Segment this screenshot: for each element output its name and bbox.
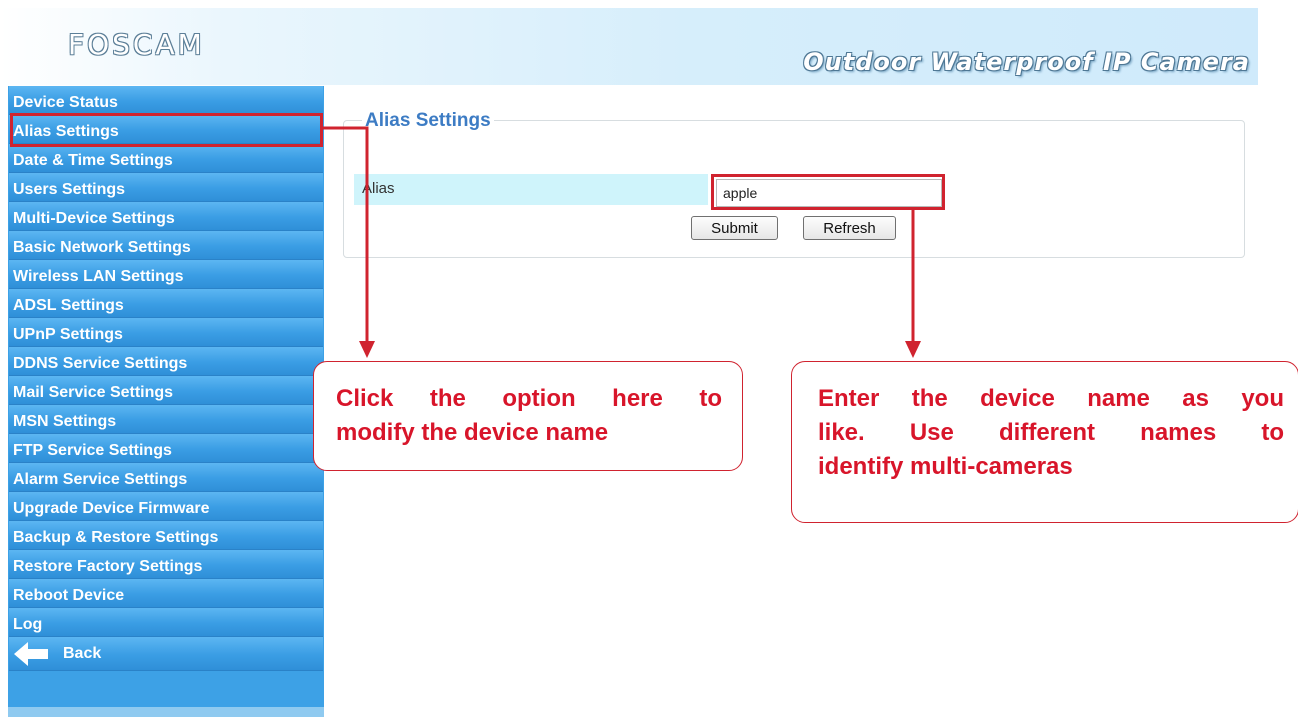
sidebar-item-adsl-settings[interactable]: ADSL Settings [9,289,323,318]
sidebar-item-users-settings[interactable]: Users Settings [9,173,323,202]
submit-button[interactable]: Submit [691,216,778,240]
callout-line: modify the device name [336,419,609,446]
left-arrowhead [359,341,375,358]
sidebar-item-reboot-device[interactable]: Reboot Device [9,579,323,608]
sidebar-item-mail-service-settings[interactable]: Mail Service Settings [9,376,323,405]
header-tagline: Outdoor Waterproof IP Camera [803,48,1250,76]
alias-input-highlight [711,174,945,210]
sidebar-item-label: DDNS Service Settings [13,355,188,372]
sidebar-item-date-time-settings[interactable]: Date & Time Settings [9,144,323,173]
back-arrow-icon [14,641,48,666]
panel-title: Alias Settings [362,110,494,132]
right-callout: Enter the device name as you like. Use d… [791,361,1298,523]
sidebar-item-multi-device-settings[interactable]: Multi-Device Settings [9,202,323,231]
sidebar-item-label: FTP Service Settings [13,442,172,459]
sidebar-item-label: UPnP Settings [13,326,123,343]
callout-line: like. Use different names to [818,419,1284,446]
sidebar-item-label: Backup & Restore Settings [13,529,219,546]
sidebar-item-ftp-service-settings[interactable]: FTP Service Settings [9,434,323,463]
sidebar-item-upgrade-device-firmware[interactable]: Upgrade Device Firmware [9,492,323,521]
sidebar-item-log[interactable]: Log [9,608,323,637]
sidebar-item-label: Mail Service Settings [13,384,174,401]
sidebar-item-msn-settings[interactable]: MSN Settings [9,405,323,434]
sidebar-item-label: Reboot Device [13,587,125,604]
refresh-button[interactable]: Refresh [803,216,896,240]
sidebar-item-ddns-service-settings[interactable]: DDNS Service Settings [9,347,323,376]
left-callout: Click the option here to modify the devi… [313,361,743,471]
back-label: Back [63,645,102,662]
sidebar-item-label: Multi-Device Settings [13,210,175,227]
sidebar-item-label: Users Settings [13,181,126,198]
sidebar-item-alarm-service-settings[interactable]: Alarm Service Settings [9,463,323,492]
sidebar-item-label: Alarm Service Settings [13,471,188,488]
right-arrowhead [905,341,921,358]
sidebar-item-wireless-lan-settings[interactable]: Wireless LAN Settings [9,260,323,289]
page-header: FOSCAM Outdoor Waterproof IP Camera [0,0,1258,85]
callout-line: Click the option here to [336,385,722,412]
callout-line: identify multi-cameras [818,453,1073,480]
sidebar-footer [8,707,324,717]
sidebar-item-device-status[interactable]: Device Status [9,86,323,115]
sidebar-item-label: ADSL Settings [13,297,124,314]
sidebar-item-upnp-settings[interactable]: UPnP Settings [9,318,323,347]
sidebar-item-label: Device Status [13,94,118,111]
sidebar-item-backup-restore-settings[interactable]: Backup & Restore Settings [9,521,323,550]
sidebar-item-label: Wireless LAN Settings [13,268,184,285]
sidebar-item-basic-network-settings[interactable]: Basic Network Settings [9,231,323,260]
sidebar-item-label: Basic Network Settings [13,239,191,256]
sidebar-item-label: MSN Settings [13,413,117,430]
alias-settings-highlight [10,113,323,147]
sidebar-item-label: Upgrade Device Firmware [13,500,210,517]
back-button[interactable]: Back [9,637,323,671]
sidebar-item-restore-factory-settings[interactable]: Restore Factory Settings [9,550,323,579]
sidebar-item-label: Date & Time Settings [13,152,173,169]
alias-label: Alias [354,174,708,205]
foscam-logo: FOSCAM [68,28,205,61]
sidebar-menu: Device Status Alias Settings Date & Time… [8,86,324,717]
sidebar-item-label: Restore Factory Settings [13,558,203,575]
sidebar-item-label: Log [13,616,43,633]
callout-line: Enter the device name as you [818,385,1284,412]
